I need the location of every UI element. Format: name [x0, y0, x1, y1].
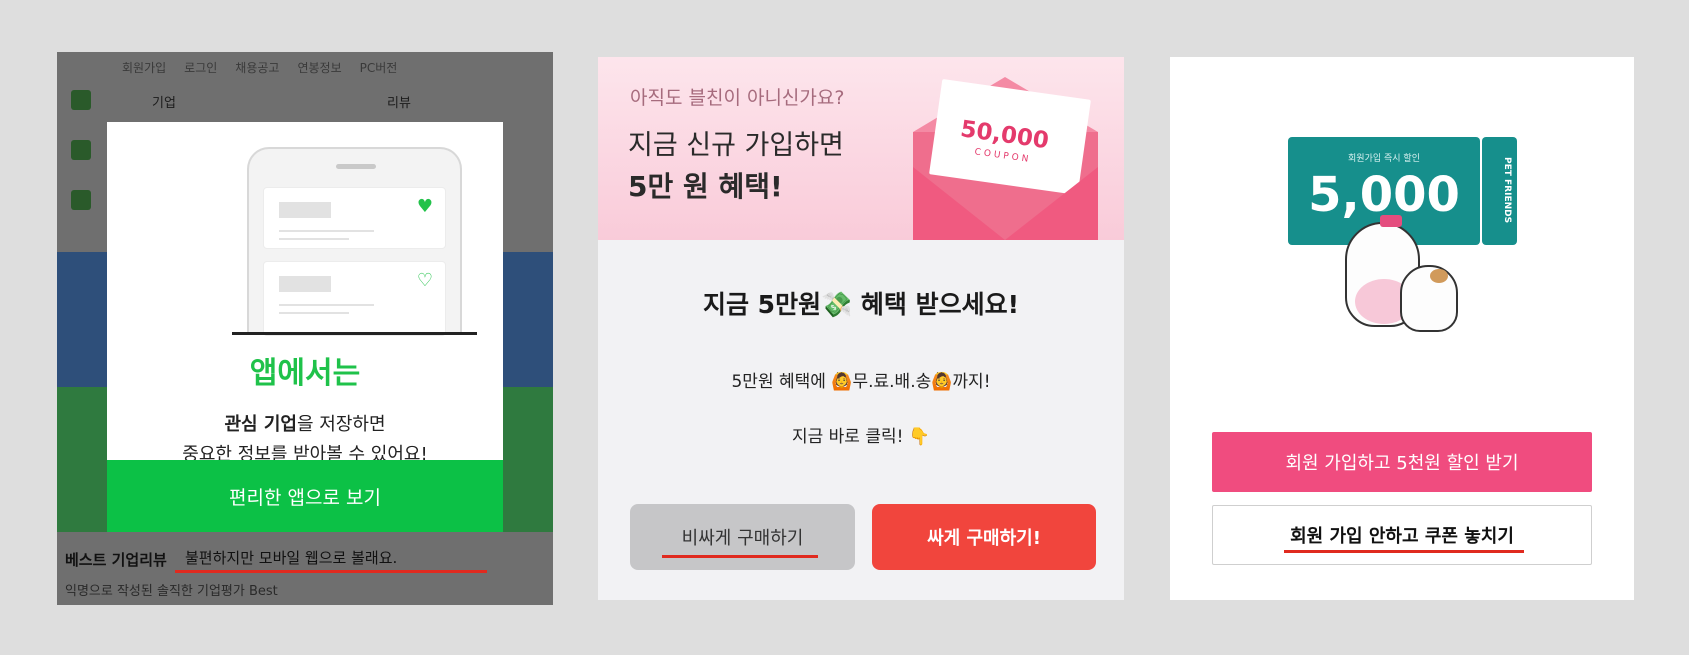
app-promo-modal: ♥ ♡ 앱에서는 관심 기업을 저장하면 중요한 정보를 받아볼 수 있어요! …: [107, 122, 503, 532]
ticket-stub: PET FRIENDS: [1482, 137, 1517, 245]
briefcase-icon: [71, 190, 91, 210]
open-app-button[interactable]: 편리한 앱으로 보기: [107, 460, 503, 532]
ticket-caption: 회원가입 즉시 할인: [1348, 154, 1420, 164]
heart-filled-icon: ♥: [416, 196, 433, 217]
bow-icon: [1380, 215, 1402, 227]
modal-title: 앱에서는: [249, 356, 361, 391]
skip-coupon-button[interactable]: 회원 가입 안하고 쿠폰 놓치기: [1212, 505, 1592, 565]
modal-text-bold: 관심 기업: [224, 414, 297, 435]
hero-question: 아직도 블친이 아니신가요?: [630, 87, 845, 109]
nav-item[interactable]: 로그인: [184, 59, 217, 76]
phone-illustration: ♥ ♡: [247, 147, 462, 336]
mobile-web-link[interactable]: 불편하지만 모바일 웹으로 볼래요.: [185, 547, 397, 568]
nav-item[interactable]: PC버전: [360, 59, 398, 76]
signup-coupon-popup: 아직도 블친이 아니신가요? 지금 신규 가입하면 5만 원 혜택! 50,00…: [598, 57, 1124, 600]
kitten-mascot-illustration: [1400, 265, 1458, 332]
kitten-spot: [1430, 269, 1448, 283]
document-icon: [71, 90, 91, 110]
coupon-value: 50,000: [958, 116, 1051, 155]
offer-headline: 지금 5만원💸 혜택 받으세요!: [702, 290, 1020, 319]
offer-cta-text: 지금 바로 클릭! 👇: [791, 427, 931, 447]
brand-logo: PET FRIENDS: [1502, 157, 1512, 224]
offer-text: 5만원 혜택에 🙆무.료.배.송🙆까지!: [731, 372, 991, 392]
buy-cheap-button[interactable]: 싸게 구매하기!: [872, 504, 1096, 570]
hero-banner: 아직도 블친이 아니신가요? 지금 신규 가입하면 5만 원 혜택! 50,00…: [598, 57, 1124, 240]
signup-discount-popup: 회원가입 즉시 할인 5,000 PET FRIENDS 회원 가입하고 5천원…: [1170, 57, 1634, 600]
background-top-nav: 회원가입 로그인 채용공고 연봉정보 PC버전: [57, 52, 553, 82]
nav-item[interactable]: 연봉정보: [297, 59, 341, 76]
highlight-underline: [1284, 550, 1524, 553]
list-card: ♡: [263, 261, 446, 336]
background-category-label: 리뷰: [387, 96, 411, 111]
section-subtitle: 익명으로 작성된 솔직한 기업평가 Best: [65, 584, 278, 599]
phone-base-line: [232, 332, 477, 335]
nav-item[interactable]: 회원가입: [122, 59, 166, 76]
heart-outline-icon: ♡: [416, 270, 433, 291]
modal-text: 을 저장하면: [296, 414, 386, 435]
hero-benefit: 5만 원 혜택!: [628, 170, 783, 203]
buy-expensive-button[interactable]: 비싸게 구매하기: [630, 504, 855, 570]
list-card: ♥: [263, 187, 446, 249]
section-title: 베스트 기업리뷰: [65, 551, 167, 569]
highlight-underline: [662, 555, 818, 558]
signup-discount-button[interactable]: 회원 가입하고 5천원 할인 받기: [1212, 432, 1592, 492]
background-category-label: 기업: [152, 96, 176, 111]
phone-notch: [336, 164, 376, 169]
nav-item[interactable]: 채용공고: [235, 59, 279, 76]
highlight-underline: [175, 570, 487, 573]
envelope-front: [913, 167, 1098, 240]
wallet-icon: [71, 140, 91, 160]
hero-headline: 지금 신규 가입하면: [628, 130, 844, 161]
app-install-modal-screen: 회원가입 로그인 채용공고 연봉정보 PC버전 기업 리뷰 베스트 기업리뷰 불…: [57, 52, 553, 605]
